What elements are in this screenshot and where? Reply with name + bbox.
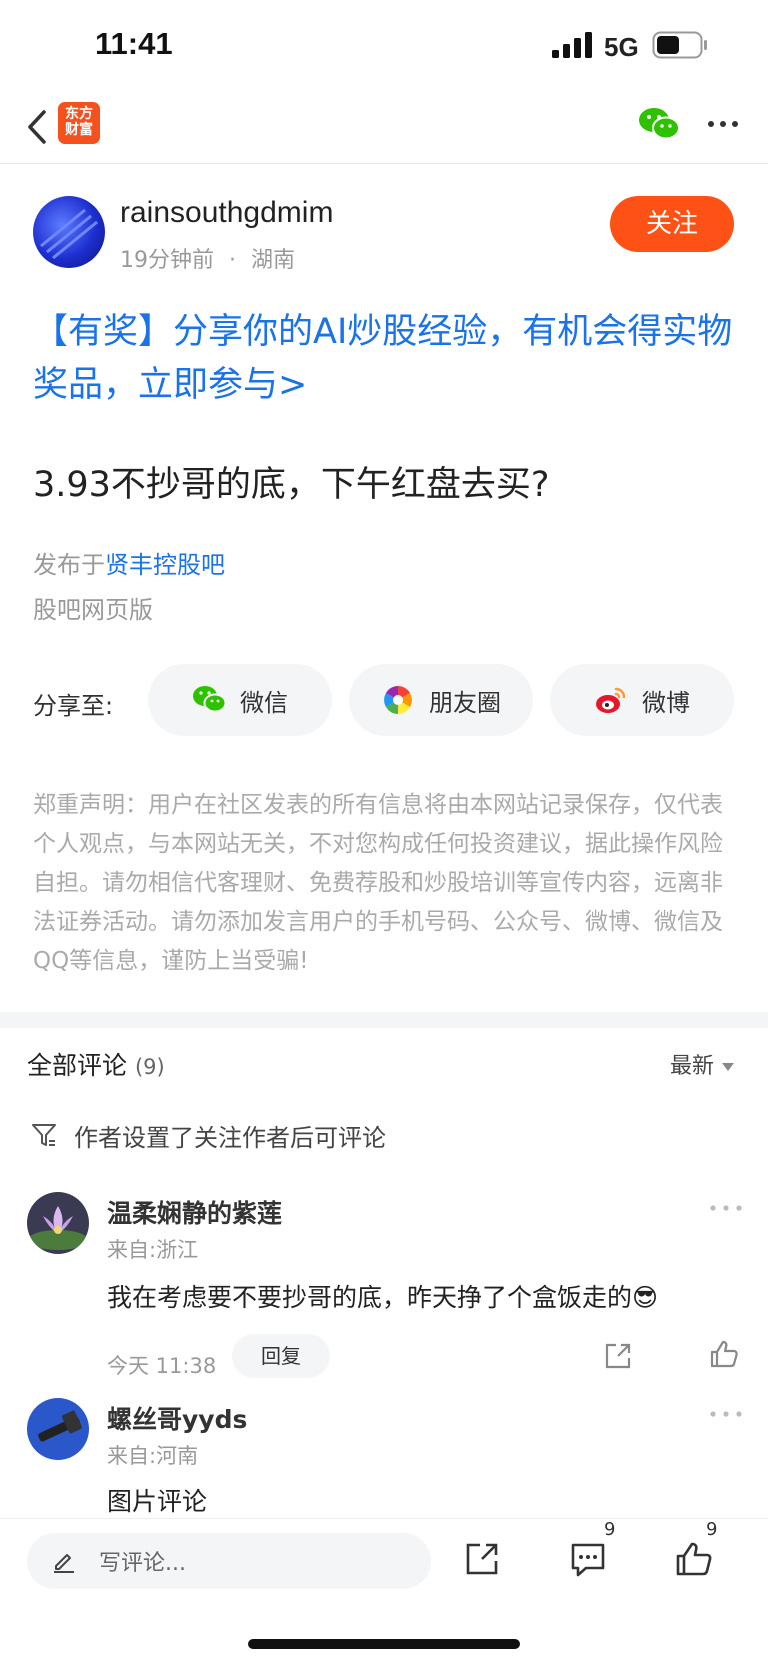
web-version-label: 股吧网页版 <box>33 596 153 624</box>
share-weibo-button[interactable]: 微博 <box>550 664 734 736</box>
bottom-bar: 写评论... 9 9 <box>0 1518 768 1662</box>
comment-text: 我在考虑要不要抄哥的底，昨天挣了个盒饭走的😎 <box>107 1283 659 1312</box>
comments-title-label: 全部评论 <box>27 1051 128 1080</box>
published-prefix: 发布于 <box>33 551 105 579</box>
section-divider <box>0 1012 768 1028</box>
author-name[interactable]: rainsouthgdmim <box>120 196 333 230</box>
filter-icon <box>32 1124 56 1146</box>
wechat-icon <box>193 686 226 713</box>
share-row: 分享至: 微信 朋友圈 微博 <box>0 664 768 738</box>
eastmoney-logo: 东方 财富 <box>58 102 100 144</box>
comment-limit-text: 作者设置了关注作者后可评论 <box>74 1123 386 1152</box>
caret-down-icon <box>722 1063 735 1071</box>
disclaimer: 郑重声明：用户在社区发表的所有信息将由本网站记录保存，仅代表个人观点，与本网站无… <box>33 792 723 974</box>
moments-icon <box>384 686 412 714</box>
sort-label: 最新 <box>670 1054 715 1079</box>
status-bar: 11:41 5G <box>0 0 768 92</box>
forum-link[interactable]: 贤丰控股吧 <box>105 551 225 579</box>
author-meta: 19分钟前 · 湖南 <box>120 242 295 274</box>
more-icon[interactable] <box>708 1406 744 1422</box>
comment-icon[interactable] <box>568 1539 608 1579</box>
home-indicator <box>248 1639 520 1649</box>
post-time: 19分钟前 <box>120 248 214 273</box>
comments-title: 全部评论 (9) <box>27 1046 165 1082</box>
like-count-badge: 9 <box>706 1519 718 1540</box>
comments-header: 全部评论 (9) 最新 <box>0 1046 768 1086</box>
wechat-icon[interactable] <box>638 106 680 142</box>
post-title: 3.93不抄哥的底，下午红盘去买? <box>33 465 550 505</box>
share-weibo-label: 微博 <box>642 688 690 717</box>
sort-dropdown[interactable]: 最新 <box>670 1048 735 1080</box>
commenter-avatar[interactable] <box>27 1398 89 1460</box>
comment-input[interactable]: 写评论... <box>27 1533 431 1589</box>
author-row: rainsouthgdmim 19分钟前 · 湖南 关注 <box>0 188 768 278</box>
thumbs-up-icon[interactable] <box>674 1539 714 1579</box>
logo-line-1: 东方 <box>65 106 93 122</box>
share-moments-button[interactable]: 朋友圈 <box>349 664 533 736</box>
back-arrow-icon[interactable] <box>18 104 58 150</box>
more-icon[interactable] <box>708 1200 744 1216</box>
comment-limit-notice: 作者设置了关注作者后可评论 <box>30 1118 386 1152</box>
comment-text: 图片评论 <box>107 1487 208 1516</box>
share-wechat-button[interactable]: 微信 <box>148 664 332 736</box>
commenter-name[interactable]: 螺丝哥yyds <box>107 1400 247 1436</box>
comment-item: 螺丝哥yyds 来自:河南 图片评论 <box>0 1398 768 1518</box>
pencil-icon <box>54 1554 74 1573</box>
share-label: 分享至: <box>33 692 114 720</box>
status-time: 11:41 <box>95 26 173 61</box>
signal-icon <box>552 32 592 58</box>
share-wechat-label: 微信 <box>240 688 288 717</box>
battery-icon <box>652 31 707 59</box>
more-icon[interactable] <box>706 112 740 136</box>
reply-button[interactable]: 回复 <box>232 1334 330 1378</box>
follow-button[interactable]: 关注 <box>610 196 734 252</box>
author-location: 湖南 <box>251 248 296 273</box>
comment-item: 温柔娴静的紫莲 来自:浙江 我在考虑要不要抄哥的底，昨天挣了个盒饭走的😎 今天 … <box>0 1192 768 1392</box>
comments-count: (9) <box>134 1055 165 1079</box>
commenter-location: 来自:河南 <box>107 1444 199 1468</box>
author-avatar[interactable] <box>33 196 105 268</box>
meta-separator: · <box>229 248 236 273</box>
share-icon[interactable] <box>462 1539 502 1579</box>
share-moments-label: 朋友圈 <box>429 688 501 717</box>
weibo-icon <box>596 687 626 713</box>
nav-bar: 东方 财富 <box>0 92 768 164</box>
promo-link[interactable]: 【有奖】分享你的AI炒股经验，有机会得实物奖品，立即参与> <box>33 306 739 412</box>
commenter-location: 来自:浙江 <box>107 1238 199 1262</box>
thumbs-up-icon[interactable] <box>708 1338 740 1370</box>
commenter-name[interactable]: 温柔娴静的紫莲 <box>107 1194 282 1230</box>
share-icon[interactable] <box>602 1340 634 1372</box>
comment-input-placeholder: 写评论... <box>99 1551 186 1576</box>
comment-time: 今天 11:38 <box>107 1354 217 1378</box>
commenter-avatar[interactable] <box>27 1192 89 1254</box>
published-in: 发布于贤丰控股吧 <box>33 545 225 580</box>
logo-line-2: 财富 <box>65 122 93 138</box>
network-type: 5G <box>604 32 639 62</box>
comment-count-badge: 9 <box>604 1519 616 1540</box>
